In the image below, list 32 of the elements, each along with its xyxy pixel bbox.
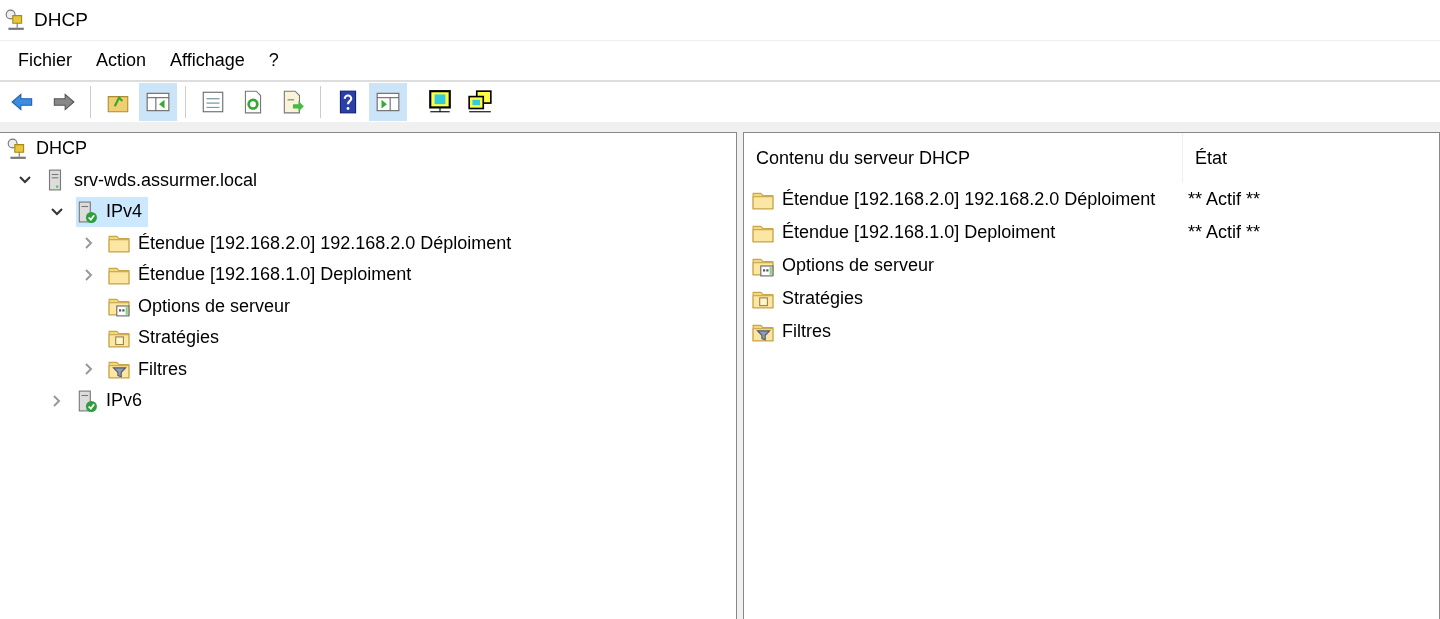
dhcp-icon <box>6 137 28 160</box>
server-check-icon <box>76 200 98 223</box>
dhcp-icon <box>4 9 26 31</box>
tree-item[interactable]: IPv6 <box>76 385 149 416</box>
monitors-icon[interactable] <box>467 89 493 115</box>
tree-item[interactable]: Filtres <box>108 354 193 385</box>
status-text: ** Actif ** <box>1187 189 1261 210</box>
menu-item[interactable]: Fichier <box>6 46 84 75</box>
window-pane-button[interactable] <box>139 83 177 121</box>
column-header[interactable]: État <box>1183 133 1228 183</box>
tree-item[interactable]: Étendue [192.168.2.0] 192.168.2.0 Déploiment <box>108 228 518 259</box>
document-list-icon[interactable] <box>200 89 226 115</box>
list-item[interactable]: Filtres <box>780 319 833 344</box>
menu-item[interactable]: ? <box>256 46 291 75</box>
monitor-icon[interactable] <box>427 89 453 115</box>
column-header[interactable]: Contenu du serveur DHCP <box>744 133 1183 183</box>
window-pane-button[interactable] <box>369 83 407 121</box>
tree-item[interactable]: Étendue [192.168.1.0] Deploiment <box>108 259 418 290</box>
tree-item[interactable]: IPv4 <box>76 196 149 227</box>
tree-item[interactable]: Stratégies <box>108 322 226 353</box>
menu-item[interactable]: Action <box>84 46 159 75</box>
menu-item[interactable]: Affichage <box>158 46 257 75</box>
tree-item[interactable]: Options de serveur <box>108 291 297 322</box>
list-item[interactable]: Options de serveur <box>780 253 937 278</box>
list-item[interactable]: Étendue [192.168.1.0] Deploiment <box>780 220 1058 245</box>
server-check-icon <box>76 389 98 412</box>
tree-item[interactable]: srv-wds.assurmer.local <box>44 165 264 196</box>
window-title: DHCP <box>34 9 88 31</box>
list-item[interactable]: Étendue [192.168.2.0] 192.168.2.0 Déploiment <box>780 187 1158 212</box>
status-text: ** Actif ** <box>1187 222 1261 243</box>
list-item[interactable]: Stratégies <box>780 286 866 311</box>
tree-item[interactable]: DHCP <box>6 133 93 164</box>
